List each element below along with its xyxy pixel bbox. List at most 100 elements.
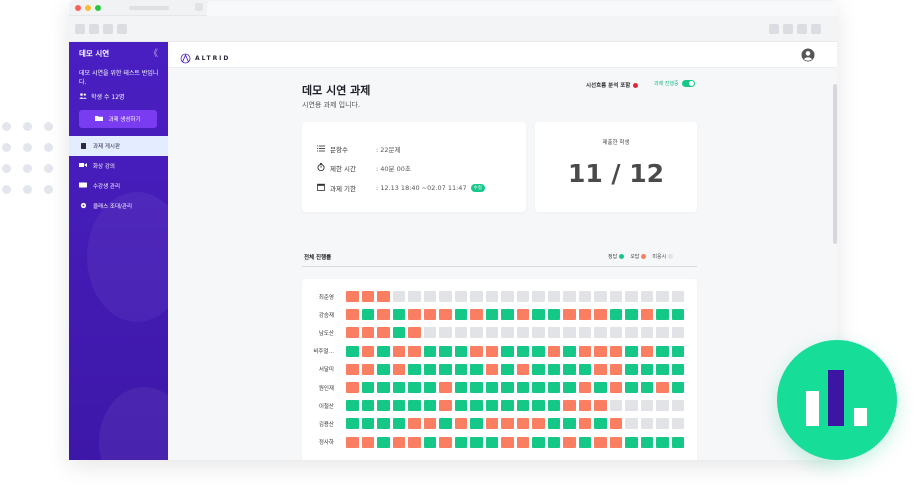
correct-cell[interactable] (516, 382, 529, 393)
wrong-cell[interactable] (516, 309, 529, 321)
wrong-cell[interactable] (516, 436, 529, 448)
wrong-cell[interactable] (361, 327, 374, 339)
unanswered-cell[interactable] (454, 327, 467, 339)
correct-cell[interactable] (470, 436, 483, 448)
unanswered-cell[interactable] (625, 400, 638, 412)
unanswered-cell[interactable] (516, 327, 529, 339)
wrong-cell[interactable] (423, 418, 436, 430)
student-row[interactable]: 정사하 (302, 436, 684, 448)
correct-cell[interactable] (408, 382, 421, 393)
toolbar-button-icon[interactable] (797, 24, 807, 34)
student-row[interactable]: 강승재 (302, 309, 684, 321)
student-row[interactable]: 비주얼… (302, 345, 684, 357)
wrong-cell[interactable] (485, 345, 498, 357)
unanswered-cell[interactable] (640, 327, 653, 339)
unanswered-cell[interactable] (563, 327, 576, 339)
wrong-cell[interactable] (609, 363, 622, 375)
correct-cell[interactable] (563, 382, 576, 393)
unanswered-cell[interactable] (516, 291, 529, 302)
student-row[interactable]: 원인재 (302, 382, 684, 393)
collapse-icon[interactable]: 《 (149, 46, 158, 59)
unanswered-cell[interactable] (594, 327, 607, 339)
unanswered-cell[interactable] (423, 291, 436, 302)
window-controls[interactable] (75, 5, 101, 11)
correct-cell[interactable] (516, 400, 529, 412)
correct-cell[interactable] (392, 418, 405, 430)
correct-cell[interactable] (346, 418, 359, 430)
unanswered-cell[interactable] (485, 327, 498, 339)
unanswered-cell[interactable] (532, 327, 545, 339)
correct-cell[interactable] (640, 382, 653, 393)
wrong-cell[interactable] (640, 345, 653, 357)
student-row[interactable]: 최준영 (302, 291, 684, 302)
correct-cell[interactable] (361, 309, 374, 321)
correct-cell[interactable] (547, 382, 560, 393)
correct-cell[interactable] (563, 363, 576, 375)
wrong-cell[interactable] (470, 345, 483, 357)
wrong-cell[interactable] (594, 400, 607, 412)
unanswered-cell[interactable] (609, 291, 622, 302)
correct-cell[interactable] (377, 436, 390, 448)
wrong-cell[interactable] (361, 345, 374, 357)
sidebar-item[interactable]: 클래스 조대/관리 (69, 196, 168, 216)
correct-cell[interactable] (532, 345, 545, 357)
correct-cell[interactable] (485, 309, 498, 321)
student-row[interactable]: 이철산 (302, 400, 684, 412)
correct-cell[interactable] (625, 309, 638, 321)
wrong-cell[interactable] (392, 436, 405, 448)
wrong-cell[interactable] (346, 363, 359, 375)
correct-cell[interactable] (361, 418, 374, 430)
correct-cell[interactable] (656, 363, 669, 375)
unanswered-cell[interactable] (563, 291, 576, 302)
correct-cell[interactable] (594, 418, 607, 430)
wrong-cell[interactable] (547, 345, 560, 357)
unanswered-cell[interactable] (625, 327, 638, 339)
wrong-cell[interactable] (377, 291, 390, 302)
unanswered-cell[interactable] (454, 291, 467, 302)
correct-cell[interactable] (361, 400, 374, 412)
correct-cell[interactable] (470, 382, 483, 393)
correct-cell[interactable] (656, 309, 669, 321)
correct-cell[interactable] (532, 382, 545, 393)
wrong-cell[interactable] (346, 436, 359, 448)
correct-cell[interactable] (392, 400, 405, 412)
unanswered-cell[interactable] (609, 400, 622, 412)
unanswered-cell[interactable] (671, 291, 684, 302)
correct-cell[interactable] (485, 382, 498, 393)
correct-cell[interactable] (578, 363, 591, 375)
correct-cell[interactable] (501, 309, 514, 321)
unanswered-cell[interactable] (501, 291, 514, 302)
correct-cell[interactable] (439, 345, 452, 357)
unanswered-cell[interactable] (392, 291, 405, 302)
wrong-cell[interactable] (563, 309, 576, 321)
correct-cell[interactable] (470, 400, 483, 412)
browser-tab[interactable] (207, 1, 837, 16)
correct-cell[interactable] (563, 345, 576, 357)
correct-cell[interactable] (454, 382, 467, 393)
correct-cell[interactable] (377, 345, 390, 357)
correct-cell[interactable] (454, 309, 467, 321)
wrong-cell[interactable] (361, 363, 374, 375)
maximize-dot-icon[interactable] (95, 5, 101, 11)
correct-cell[interactable] (377, 363, 390, 375)
correct-cell[interactable] (625, 363, 638, 375)
reload-icon[interactable] (103, 24, 113, 34)
correct-cell[interactable] (361, 382, 374, 393)
forward-icon[interactable] (89, 24, 99, 34)
unanswered-cell[interactable] (656, 400, 669, 412)
wrong-cell[interactable] (501, 418, 514, 430)
unanswered-cell[interactable] (671, 327, 684, 339)
logo[interactable]: ALTRID (180, 49, 230, 68)
wrong-cell[interactable] (563, 400, 576, 412)
unanswered-cell[interactable] (470, 291, 483, 302)
correct-cell[interactable] (423, 345, 436, 357)
correct-cell[interactable] (671, 309, 684, 321)
correct-cell[interactable] (423, 382, 436, 393)
unanswered-cell[interactable] (578, 291, 591, 302)
correct-cell[interactable] (609, 309, 622, 321)
wrong-cell[interactable] (609, 345, 622, 357)
unanswered-cell[interactable] (547, 327, 560, 339)
correct-cell[interactable] (656, 436, 669, 448)
correct-cell[interactable] (470, 418, 483, 430)
wrong-cell[interactable] (439, 382, 452, 393)
